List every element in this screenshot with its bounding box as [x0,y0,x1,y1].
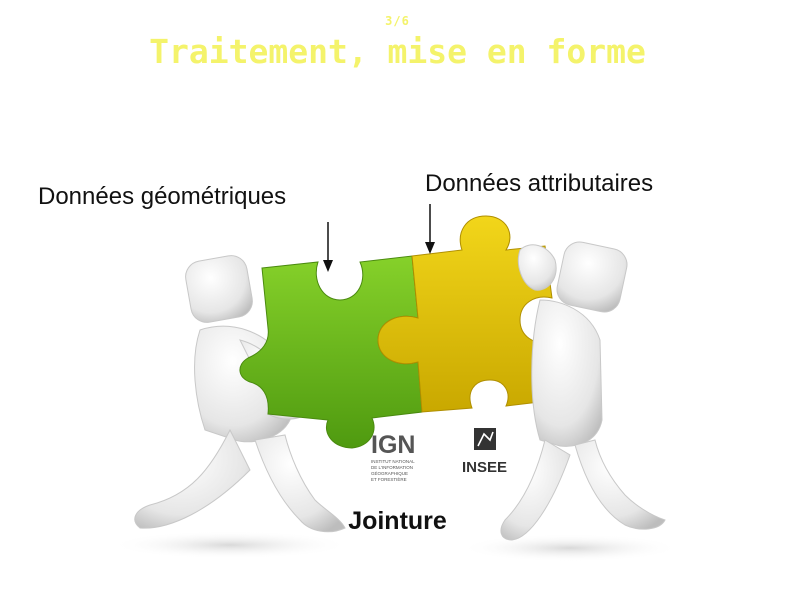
arrow-down-icon [323,222,333,272]
ign-logo-line: GÉOGRAPHIQUE [371,470,408,476]
ign-logo-name: IGN [371,431,415,459]
label-geometric-data: Données géométriques [38,183,287,210]
arrow-down-icon [425,204,435,254]
label-attribute-data: Données attributaires [425,170,654,197]
ign-logo: IGN INSTITUT NATIONAL DE L'INFORMATION G… [371,431,415,482]
ground-shadow-right [460,534,680,562]
ign-logo-line: INSTITUT NATIONAL [371,459,415,464]
insee-logo-mark [474,428,496,450]
caption-jointure: Jointure [348,507,447,535]
ign-logo-line: ET FORESTIÈRE [371,476,407,482]
insee-logo: INSEE [462,428,507,476]
insee-logo-name: INSEE [462,459,507,476]
ign-logo-line: DE L'INFORMATION [371,465,413,470]
